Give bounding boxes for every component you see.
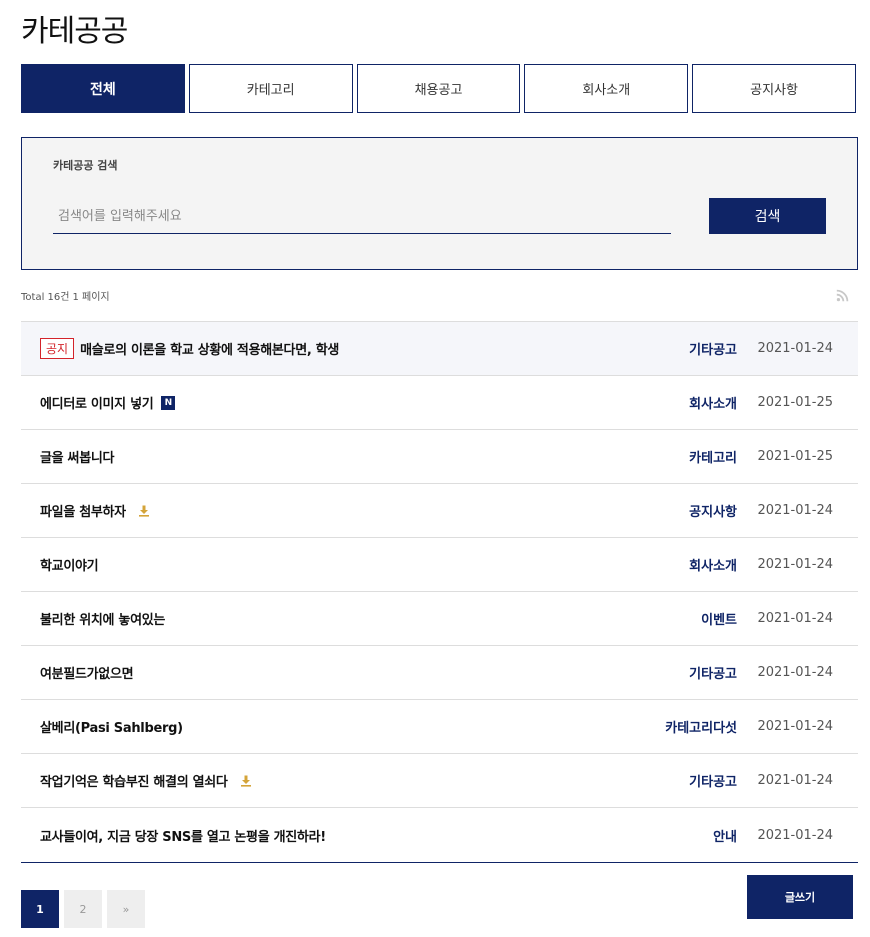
post-subject[interactable]: 작업기억은 학습부진 해결의 열쇠다 — [40, 771, 228, 790]
tab-company-intro[interactable]: 회사소개 — [524, 64, 689, 113]
new-badge: N — [161, 395, 176, 410]
post-list: 공지 매슬로의 이론을 학교 상황에 적용해본다면, 학생 기타공고 2021-… — [21, 321, 858, 863]
post-subject[interactable]: 학교이야기 — [40, 555, 99, 574]
post-date: 2021-01-24 — [757, 341, 833, 356]
pagination: 1 2 » — [21, 890, 145, 928]
post-subject[interactable]: 불리한 위치에 놓여있는 — [40, 609, 165, 628]
post-category[interactable]: 회사소개 — [689, 555, 737, 574]
page-button-2[interactable]: 2 — [64, 890, 102, 928]
search-label: 카테공공 검색 — [53, 159, 118, 172]
post-row[interactable]: 살베리(Pasi Sahlberg) 카테고리다섯 2021-01-24 — [21, 700, 858, 754]
post-category[interactable]: 회사소개 — [689, 393, 737, 412]
post-subject[interactable]: 글을 써봅니다 — [40, 447, 114, 466]
post-row-notice[interactable]: 공지 매슬로의 이론을 학교 상황에 적용해본다면, 학생 기타공고 2021-… — [21, 322, 858, 376]
post-subject[interactable]: 여분필드가없으면 — [40, 663, 134, 682]
post-category[interactable]: 기타공고 — [689, 771, 737, 790]
post-row[interactable]: 파일을 첨부하자 공지사항 2021-01-24 — [21, 484, 858, 538]
total-count: Total 16건 — [21, 292, 70, 303]
search-input[interactable] — [53, 200, 671, 234]
tab-all[interactable]: 전체 — [21, 64, 185, 113]
post-date: 2021-01-25 — [757, 449, 833, 464]
post-count: Total 16건 1 페이지 — [21, 288, 110, 303]
page-title: 카테공공 — [21, 14, 128, 49]
post-category[interactable]: 기타공고 — [689, 339, 737, 358]
post-row[interactable]: 에디터로 이미지 넣기 N 회사소개 2021-01-25 — [21, 376, 858, 430]
post-row[interactable]: 여분필드가없으면 기타공고 2021-01-24 — [21, 646, 858, 700]
post-subject[interactable]: 교사들이여, 지금 당장 SNS를 열고 논평을 개진하라! — [40, 826, 326, 845]
category-tabs: 전체 카테고리 채용공고 회사소개 공지사항 — [21, 64, 856, 113]
post-category[interactable]: 카테고리다섯 — [665, 717, 737, 736]
post-row[interactable]: 학교이야기 회사소개 2021-01-24 — [21, 538, 858, 592]
page-indicator: 1 페이지 — [72, 292, 110, 303]
tab-recruitment[interactable]: 채용공고 — [356, 64, 521, 113]
tab-notices[interactable]: 공지사항 — [692, 64, 856, 113]
post-row[interactable]: 글을 써봅니다 카테고리 2021-01-25 — [21, 430, 858, 484]
post-row[interactable]: 작업기억은 학습부진 해결의 열쇠다 기타공고 2021-01-24 — [21, 754, 858, 808]
page-button-1[interactable]: 1 — [21, 890, 59, 928]
post-category[interactable]: 기타공고 — [689, 663, 737, 682]
notice-badge: 공지 — [40, 338, 75, 359]
post-category[interactable]: 공지사항 — [689, 501, 737, 520]
post-date: 2021-01-24 — [757, 503, 833, 518]
write-button[interactable]: 글쓰기 — [747, 875, 853, 919]
post-date: 2021-01-24 — [757, 719, 833, 734]
search-panel: 카테공공 검색 검색 — [21, 137, 858, 270]
post-date: 2021-01-24 — [757, 827, 833, 843]
post-row[interactable]: 교사들이여, 지금 당장 SNS를 열고 논평을 개진하라! 안내 2021-0… — [21, 808, 858, 862]
post-subject[interactable]: 에디터로 이미지 넣기 — [40, 393, 154, 412]
post-category[interactable]: 안내 — [713, 826, 737, 845]
post-date: 2021-01-24 — [757, 557, 833, 572]
post-subject[interactable]: 파일을 첨부하자 — [40, 501, 126, 520]
post-date: 2021-01-24 — [757, 773, 833, 788]
rss-icon[interactable] — [836, 289, 849, 302]
download-icon — [240, 775, 251, 787]
post-date: 2021-01-25 — [757, 395, 833, 410]
tab-category[interactable]: 카테고리 — [188, 64, 353, 113]
search-button[interactable]: 검색 — [709, 198, 826, 234]
next-page-icon[interactable]: » — [107, 890, 145, 928]
post-date: 2021-01-24 — [757, 611, 833, 626]
post-subject[interactable]: 매슬로의 이론을 학교 상황에 적용해본다면, 학생 — [80, 339, 339, 358]
download-icon — [138, 505, 149, 517]
post-category[interactable]: 카테고리 — [689, 447, 737, 466]
post-date: 2021-01-24 — [757, 665, 833, 680]
post-subject[interactable]: 살베리(Pasi Sahlberg) — [40, 717, 183, 736]
post-category[interactable]: 이벤트 — [701, 609, 737, 628]
post-row[interactable]: 불리한 위치에 놓여있는 이벤트 2021-01-24 — [21, 592, 858, 646]
